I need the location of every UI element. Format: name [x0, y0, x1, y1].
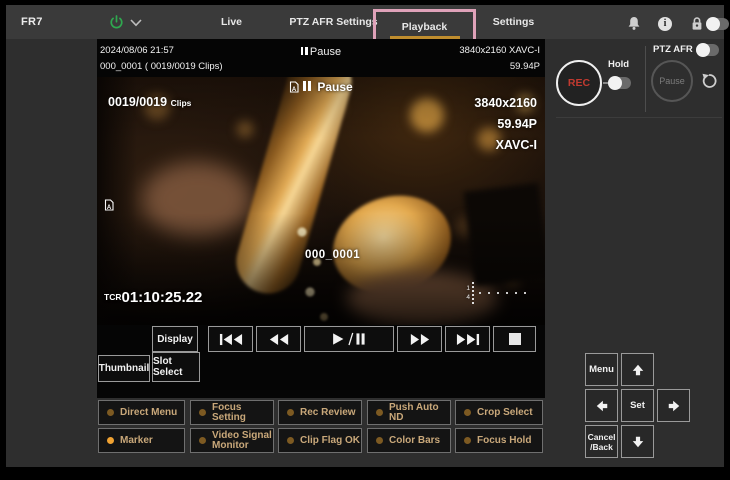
play-pause-icon — [331, 332, 367, 346]
rec-hold-toggle[interactable] — [608, 77, 631, 89]
assignable-button-direct-menu[interactable]: Direct Menu — [98, 400, 185, 425]
play-pause-button[interactable] — [304, 326, 394, 352]
photo-left-shadow — [97, 77, 137, 325]
arrow-right-icon — [667, 399, 681, 413]
svg-text:A: A — [107, 205, 112, 211]
assignable-button-marker[interactable]: Marker — [98, 428, 185, 453]
arrow-up-button[interactable] — [621, 353, 654, 386]
tab-settings[interactable]: Settings — [476, 5, 551, 39]
arrow-down-icon — [631, 435, 645, 449]
rewind-button[interactable] — [256, 326, 301, 352]
toggle-knob — [706, 17, 720, 31]
bell-icon[interactable] — [627, 16, 642, 31]
lock-toggle[interactable] — [706, 18, 729, 30]
camera-model-label: FR7 — [21, 16, 43, 28]
skip-start-icon — [219, 333, 243, 346]
osd-clip-counter: 0019/0019 Clips — [108, 95, 191, 109]
arrow-up-icon — [631, 363, 645, 377]
chevron-down-icon[interactable] — [130, 19, 142, 27]
rec-button[interactable]: REC — [556, 60, 602, 106]
cancel-back-button[interactable]: Cancel /Back — [585, 425, 618, 458]
assign-led — [199, 409, 206, 416]
skip-end-button[interactable] — [445, 326, 490, 352]
pause-bars-icon — [303, 80, 313, 94]
assign-led — [107, 437, 114, 444]
ptz-afr-label: PTZ AFR — [653, 44, 693, 55]
svg-text:A: A — [292, 87, 297, 93]
set-button[interactable]: Set — [621, 389, 654, 422]
assign-led — [376, 437, 383, 444]
stop-icon — [509, 333, 521, 345]
assign-led — [464, 409, 471, 416]
audio-meter-scale — [472, 282, 474, 304]
power-icon[interactable] — [109, 15, 124, 30]
osd-framerate: 59.94P — [474, 114, 537, 135]
slot-select-button[interactable]: Slot Select — [152, 352, 200, 382]
assign-led — [287, 409, 294, 416]
assignable-button-push-auto-nd[interactable]: Push Auto ND — [367, 400, 451, 425]
thumbnail-button[interactable]: Thumbnail — [98, 355, 150, 382]
lock-icon[interactable] — [690, 16, 705, 31]
ptz-afr-toggle[interactable] — [696, 44, 719, 56]
arrow-left-button[interactable] — [585, 389, 618, 422]
skip-start-button[interactable] — [208, 326, 253, 352]
osd-codec: XAVC-I — [474, 135, 537, 156]
fast-forward-icon — [409, 333, 431, 346]
assignable-button-crop-select[interactable]: Crop Select — [455, 400, 543, 425]
panel-divider — [645, 46, 646, 112]
playback-monitor-area: 2024/08/06 21:57 000_0001 ( 0019/0019 Cl… — [97, 39, 545, 398]
reset-icon[interactable] — [700, 72, 718, 90]
osd-clip-name: 000_0001 — [305, 249, 360, 261]
osd-pause-indicator: A Pause — [97, 80, 545, 94]
top-bar: FR7 Live PTZ AFR Settings Playback Setti… — [6, 5, 724, 39]
recording-framerate: 59.94P — [510, 61, 540, 72]
media-card-a-icon: A — [104, 199, 114, 211]
osd-format-stack: 3840x2160 59.94P XAVC-I — [474, 93, 537, 156]
arrow-down-button[interactable] — [621, 425, 654, 458]
toggle-knob — [608, 76, 622, 90]
rewind-icon — [268, 333, 290, 346]
osd-resolution: 3840x2160 — [474, 93, 537, 114]
assign-led — [464, 437, 471, 444]
recording-format: 3840x2160 XAVC-I — [459, 45, 540, 56]
assignable-button-clip-flag-ok[interactable]: Clip Flag OK — [278, 428, 362, 453]
display-button[interactable]: Display — [152, 326, 198, 352]
tab-ptz-afr-settings[interactable]: PTZ AFR Settings — [281, 5, 386, 39]
assign-led — [199, 437, 206, 444]
assignable-button-focus-setting[interactable]: Focus Setting — [190, 400, 274, 425]
osd-audio-level-meter: 14 — [466, 282, 531, 304]
assign-led — [287, 437, 294, 444]
fast-forward-button[interactable] — [397, 326, 442, 352]
playback-video-frame: A Pause 0019/0019 Clips 3840x2160 59.94P… — [97, 77, 545, 325]
pause-bars-icon — [301, 46, 310, 58]
media-card-a-icon: A — [289, 81, 299, 93]
tab-live[interactable]: Live — [184, 5, 279, 39]
info-icon[interactable]: i — [658, 17, 672, 31]
assignable-button-focus-hold[interactable]: Focus Hold — [455, 428, 543, 453]
toggle-knob — [696, 43, 710, 57]
assign-led — [376, 409, 383, 416]
arrow-right-button[interactable] — [657, 389, 690, 422]
assign-led — [107, 409, 114, 416]
hold-label: Hold — [608, 59, 629, 70]
fr7-playback-screen: FR7 Live PTZ AFR Settings Playback Setti… — [0, 0, 730, 480]
menu-button[interactable]: Menu — [585, 353, 618, 386]
assignable-button-video-signal-monitor[interactable]: Video Signal Monitor — [190, 428, 274, 453]
stop-button[interactable] — [493, 326, 536, 352]
ptz-pause-button[interactable]: Pause — [651, 60, 693, 102]
arrow-left-icon — [595, 399, 609, 413]
osd-timecode: TCR01:10:25.22 — [104, 289, 202, 307]
audio-meter-dots — [479, 292, 531, 294]
assignable-button-color-bars[interactable]: Color Bars — [367, 428, 451, 453]
assignable-button-rec-review[interactable]: Rec Review — [278, 400, 362, 425]
skip-end-icon — [456, 333, 480, 346]
panel-divider — [556, 117, 722, 118]
clip-info: 000_0001 ( 0019/0019 Clips) — [100, 61, 223, 72]
